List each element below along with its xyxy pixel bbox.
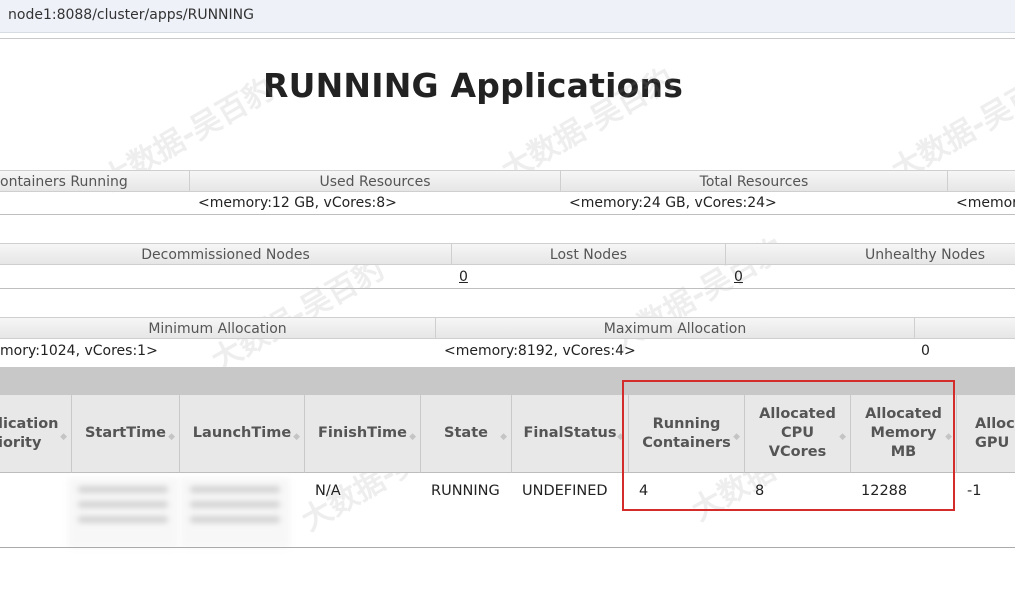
- start-time-redacted: [68, 478, 178, 548]
- launch-time-redacted: [180, 478, 290, 548]
- lost-nodes-link[interactable]: 0: [734, 266, 743, 288]
- metric-reserved-resources: <memor: [956, 195, 1015, 211]
- column-header-priority[interactable]: lication iority ◆: [0, 395, 72, 473]
- metric-header-minimum-allocation: Minimum Allocation: [0, 317, 436, 339]
- cell-state: RUNNING: [431, 483, 500, 499]
- divider: [0, 214, 1015, 215]
- metric-header-extra: [915, 317, 1015, 339]
- metric-total-resources: <memory:24 GB, vCores:24>: [569, 195, 777, 211]
- metric-maximum-cluster-allocation: 0: [921, 343, 930, 359]
- address-bar[interactable]: node1:8088/cluster/apps/RUNNING: [0, 0, 1015, 33]
- metric-used-resources: <memory:12 GB, vCores:8>: [198, 195, 397, 211]
- metric-header-extra: [948, 170, 1015, 192]
- sort-arrows-icon: ◆: [409, 432, 416, 442]
- column-header-allocated-gpu[interactable]: Alloca GPU: [957, 395, 1015, 473]
- column-header-state[interactable]: State ◆: [421, 395, 512, 473]
- metric-header-total-resources: Total Resources: [561, 170, 948, 192]
- metric-maximum-allocation: <memory:8192, vCores:4>: [444, 343, 636, 359]
- page-title: RUNNING Applications: [263, 66, 684, 105]
- cell-finish-time: N/A: [315, 483, 341, 499]
- metric-header-maximum-allocation: Maximum Allocation: [436, 317, 915, 339]
- divider: [0, 288, 1015, 289]
- metric-minimum-allocation: mory:1024, vCores:1>: [0, 343, 158, 359]
- sort-arrows-icon: ◆: [500, 432, 507, 442]
- decommissioned-nodes-link[interactable]: 0: [459, 266, 468, 288]
- metric-header-containers-running: ontainers Running: [0, 170, 190, 192]
- highlight-box: [622, 380, 955, 511]
- metric-header-decommissioned-nodes: Decommissioned Nodes: [0, 243, 452, 265]
- column-header-launch-time[interactable]: LaunchTime ◆: [180, 395, 305, 473]
- url-text[interactable]: node1:8088/cluster/apps/RUNNING: [8, 7, 254, 23]
- metric-header-lost-nodes: Lost Nodes: [452, 243, 726, 265]
- column-header-finish-time[interactable]: FinishTime ◆: [305, 395, 421, 473]
- column-header-start-time[interactable]: StartTime ◆: [72, 395, 180, 473]
- cell-final-status: UNDEFINED: [522, 483, 608, 499]
- sort-arrows-icon: ◆: [293, 432, 300, 442]
- sort-arrows-icon: ◆: [60, 432, 67, 442]
- column-header-final-status[interactable]: FinalStatus ◆: [512, 395, 629, 473]
- sort-arrows-icon: ◆: [168, 432, 175, 442]
- divider: [0, 38, 1015, 39]
- metric-header-unhealthy-nodes: Unhealthy Nodes: [726, 243, 1015, 265]
- metric-header-used-resources: Used Resources: [190, 170, 561, 192]
- cell-allocated-gpu: -1: [967, 483, 982, 499]
- divider: [0, 547, 1015, 548]
